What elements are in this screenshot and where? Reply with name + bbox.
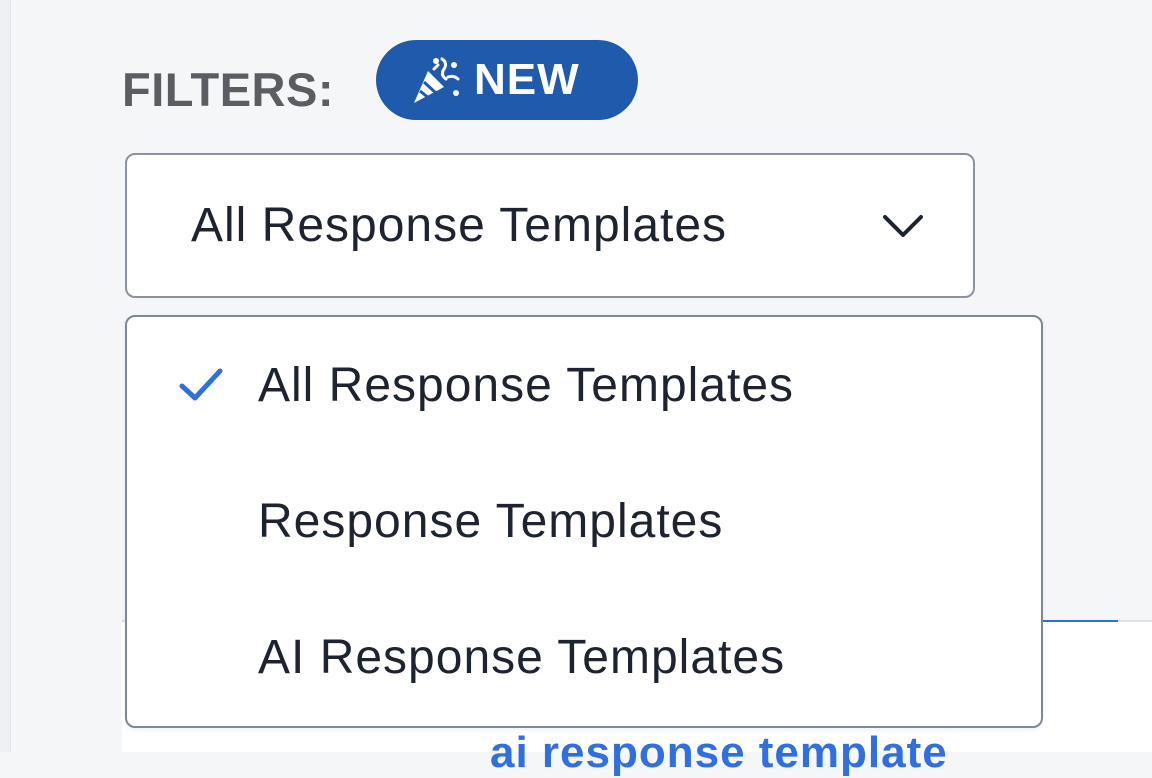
chevron-down-icon bbox=[881, 213, 925, 239]
menu-item-label: All Response Templates bbox=[258, 358, 795, 412]
menu-item-response-templates[interactable]: Response Templates bbox=[127, 461, 1041, 581]
left-panel-edge bbox=[0, 0, 11, 752]
filters-label: FILTERS: bbox=[122, 63, 334, 116]
menu-item-all-response-templates[interactable]: All Response Templates bbox=[127, 325, 1041, 445]
menu-item-label: Response Templates bbox=[258, 494, 724, 548]
template-link[interactable]: ai response template bbox=[490, 728, 948, 778]
party-popper-icon bbox=[406, 51, 464, 109]
template-filter-select[interactable]: All Response Templates bbox=[125, 153, 975, 298]
checkmark-icon bbox=[177, 365, 225, 405]
menu-item-label: AI Response Templates bbox=[258, 630, 786, 684]
template-filter-menu: All Response Templates Response Template… bbox=[125, 315, 1043, 728]
new-badge: NEW bbox=[376, 40, 638, 120]
menu-item-ai-response-templates[interactable]: AI Response Templates bbox=[127, 597, 1041, 717]
template-filter-value: All Response Templates bbox=[191, 199, 728, 252]
new-badge-label: NEW bbox=[474, 55, 580, 104]
